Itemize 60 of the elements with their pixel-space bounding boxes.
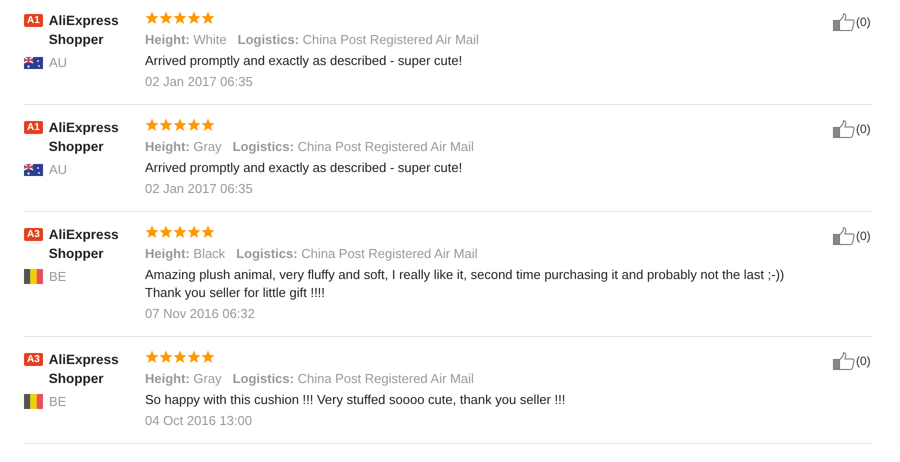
flag-icon <box>24 269 43 284</box>
star-icon <box>187 118 201 132</box>
country-code: BE <box>49 269 66 284</box>
order-attribute: Height: Black <box>145 245 226 263</box>
order-attribute: Height: Gray <box>145 138 222 156</box>
thumbs-up-icon[interactable] <box>833 227 855 245</box>
star-icon <box>173 11 187 25</box>
star-icon <box>145 225 159 239</box>
flag-icon <box>24 164 43 176</box>
thumbs-up-icon[interactable] <box>833 120 855 138</box>
star-icon <box>187 11 201 25</box>
star-icon <box>145 118 159 132</box>
review-text: Arrived promptly and exactly as described - super cute! <box>145 159 464 177</box>
review-text: So happy with this cushion !!! Very stuffed soooo cute, thank you seller !!! <box>145 391 566 409</box>
order-attribute: Height: Gray <box>145 370 222 388</box>
star-icon <box>145 11 159 25</box>
order-attribute: Logistics: China Post Registered Air Mail <box>232 370 474 388</box>
star-icon <box>187 225 201 239</box>
like-count: (0) <box>856 121 871 138</box>
flag-icon <box>24 394 43 409</box>
star-icon <box>201 350 215 364</box>
star-icon <box>159 350 173 364</box>
buyer-name: AliExpress Shopper <box>48 226 120 263</box>
star-icon <box>159 118 173 132</box>
order-attribute: Height: White <box>145 31 227 49</box>
level-badge: A1 <box>24 121 43 134</box>
like-count: (0) <box>856 14 871 31</box>
review-date: 04 Oct 2016 13:00 <box>145 412 253 430</box>
review-date: 02 Jan 2017 06:35 <box>145 180 254 198</box>
review-date: 02 Jan 2017 06:35 <box>145 73 254 91</box>
star-icon <box>173 350 187 364</box>
order-attribute: Logistics: China Post Registered Air Mail <box>232 138 474 156</box>
review-text: Amazing plush animal, very fluffy and soft, I really like it, second time purchasing it and probably not the last ;-)) Thank you seller for little gift !!!! <box>145 266 786 302</box>
star-icon <box>173 225 187 239</box>
flag-icon <box>24 56 43 68</box>
star-icon <box>159 225 173 239</box>
like-count: (0) <box>856 353 871 370</box>
country-code: AU <box>49 55 68 70</box>
country-code: AU <box>49 162 68 177</box>
review-text: Arrived promptly and exactly as described - super cute! <box>145 52 464 70</box>
order-attribute: Logistics: China Post Registered Air Mail <box>238 31 479 49</box>
order-attribute: Logistics: China Post Registered Air Mail <box>236 245 478 263</box>
buyer-name: AliExpress Shopper <box>48 119 120 156</box>
thumbs-up-icon[interactable] <box>833 13 855 31</box>
buyer-name: AliExpress Shopper <box>48 351 120 388</box>
star-icon <box>201 11 215 25</box>
star-icon <box>187 350 201 364</box>
level-badge: A3 <box>24 353 43 366</box>
star-icon <box>173 118 187 132</box>
level-badge: A1 <box>24 14 43 27</box>
like-count: (0) <box>856 228 871 245</box>
buyer-name: AliExpress Shopper <box>48 12 120 49</box>
star-icon <box>201 225 215 239</box>
star-icon <box>159 11 173 25</box>
review-date: 07 Nov 2016 06:32 <box>145 305 256 323</box>
thumbs-up-icon[interactable] <box>833 352 855 370</box>
country-code: BE <box>49 394 66 409</box>
star-icon <box>201 118 215 132</box>
star-icon <box>145 350 159 364</box>
level-badge: A3 <box>24 228 43 241</box>
